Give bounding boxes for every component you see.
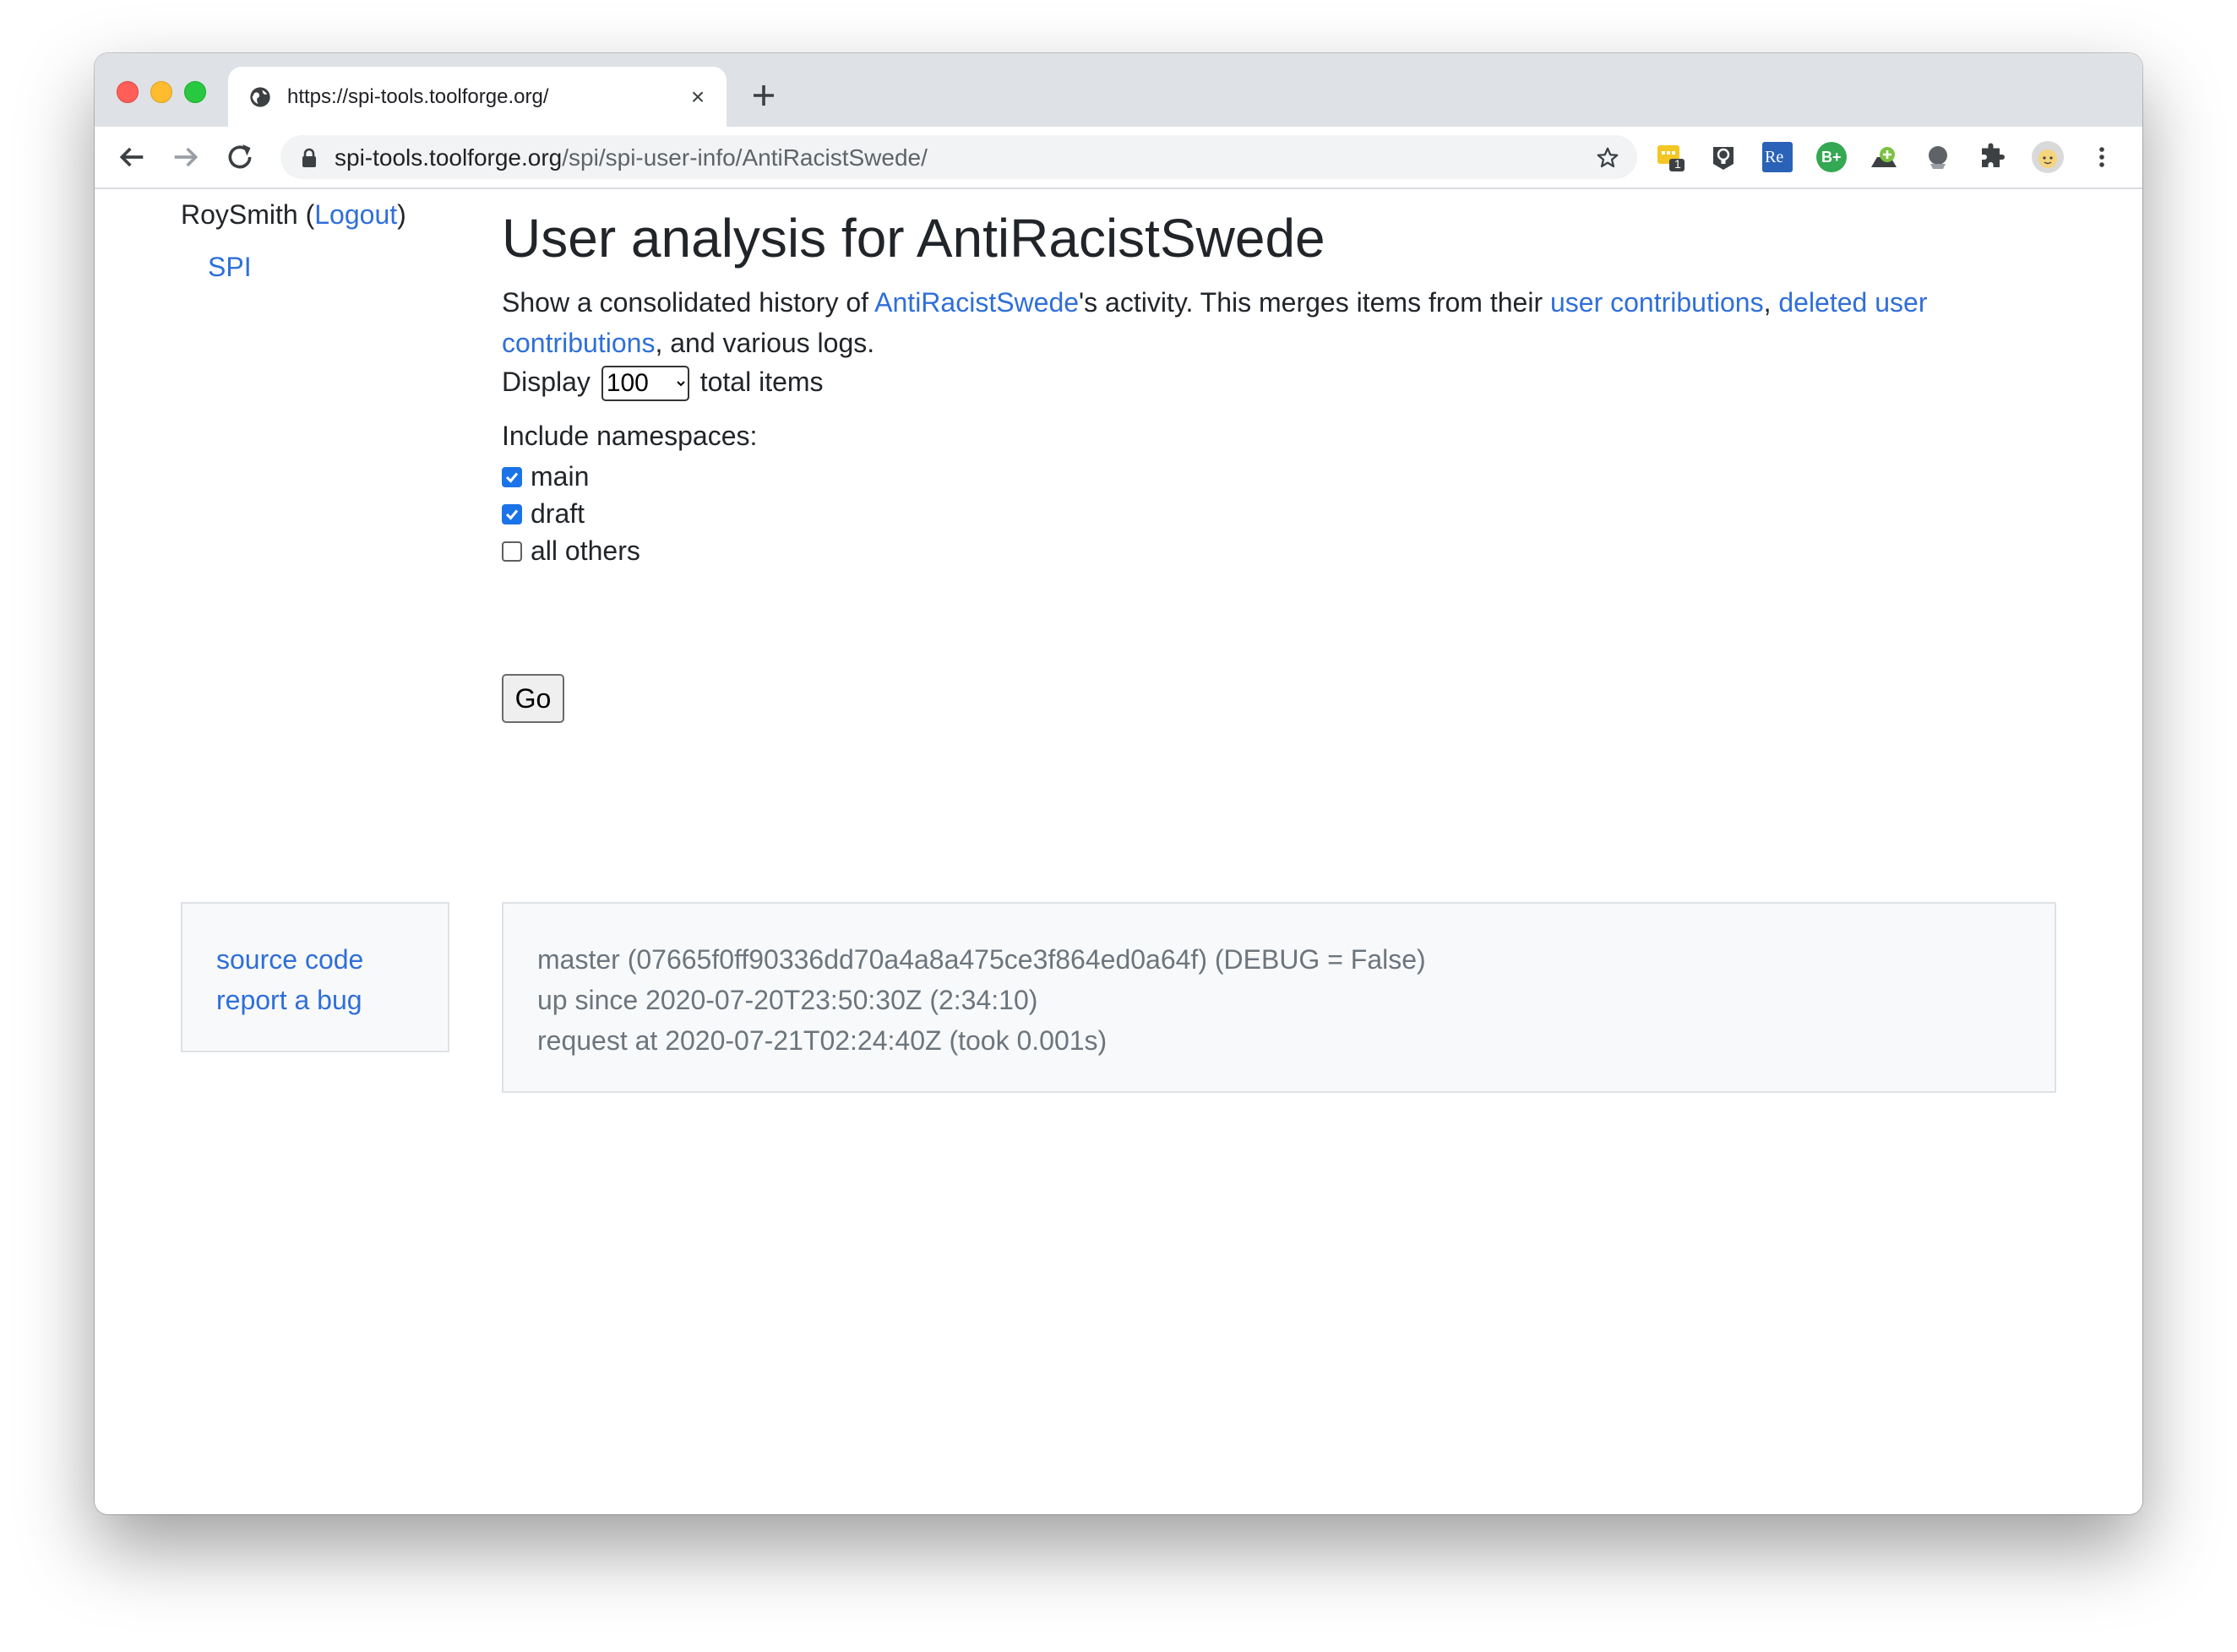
item-count-select[interactable]: 100	[601, 365, 689, 401]
extension-bplus-label: B+	[1821, 149, 1842, 166]
close-icon[interactable]: ×	[686, 85, 710, 109]
check-icon	[505, 509, 519, 520]
uptime-info: up since 2020-07-20T23:50:30Z (2:34:10)	[537, 985, 1038, 1015]
display-prefix: Display	[502, 367, 591, 397]
footer-links-box: source code report a bug	[181, 902, 449, 1052]
extension-bplus-icon[interactable]: B+	[1816, 142, 1847, 172]
extension-re-icon[interactable]: Re	[1762, 142, 1793, 172]
intro-part2: 's activity. This merges items from thei…	[1079, 287, 1550, 318]
sidebar-item-spi[interactable]: SPI	[208, 250, 252, 284]
tab-strip: https://spi-tools.toolforge.org/ ×	[95, 53, 2142, 127]
namespace-label-others: all others	[531, 535, 640, 566]
page-title: User analysis for AntiRacistSwede	[502, 208, 1325, 269]
profile-avatar[interactable]	[2031, 140, 2065, 174]
extension-notes-icon[interactable]: 1	[1656, 142, 1686, 172]
zoom-window-button[interactable]	[184, 81, 206, 103]
address-bar[interactable]: spi-tools.toolforge.org/spi/spi-user-inf…	[280, 135, 1637, 179]
close-window-button[interactable]	[117, 81, 139, 103]
address-url: spi-tools.toolforge.org/spi/spi-user-inf…	[335, 145, 928, 171]
reload-icon[interactable]	[223, 140, 257, 174]
tab-active[interactable]: https://spi-tools.toolforge.org/ ×	[228, 67, 727, 127]
browser-window: https://spi-tools.toolforge.org/ × spi-t…	[95, 53, 2142, 1514]
page-content: RoySmith (Logout) SPI User analysis for …	[95, 189, 2142, 1514]
report-bug-link[interactable]: report a bug	[216, 980, 362, 1020]
url-path: /spi/spi-user-info/AntiRacistSwede/	[562, 144, 928, 171]
display-count-row: Display 100 total items	[502, 363, 824, 401]
namespace-label-main: main	[531, 461, 590, 492]
globe-icon	[250, 87, 270, 107]
user-page-link[interactable]: AntiRacistSwede	[874, 287, 1079, 318]
forward-icon[interactable]	[169, 140, 203, 174]
lightbulb-icon[interactable]	[1708, 142, 1739, 172]
user-contributions-link[interactable]: user contributions	[1550, 287, 1764, 318]
back-icon[interactable]	[115, 140, 149, 174]
logout-link[interactable]: Logout	[314, 199, 397, 230]
minimize-window-button[interactable]	[150, 81, 172, 103]
intro-part3: ,	[1763, 287, 1779, 318]
checkbox-all-others[interactable]	[502, 541, 522, 562]
browser-toolbar: spi-tools.toolforge.org/spi/spi-user-inf…	[95, 127, 2142, 189]
more-icon[interactable]	[2087, 142, 2117, 172]
go-button[interactable]: Go	[502, 674, 564, 723]
extension-badge: 1	[1674, 157, 1681, 171]
star-icon[interactable]	[1595, 145, 1620, 171]
version-info: master (07665f0ff90336dd70a4a8a475ce3f86…	[537, 944, 1426, 975]
display-suffix: total items	[699, 367, 824, 397]
tab-title: https://spi-tools.toolforge.org/	[287, 85, 549, 108]
source-code-link[interactable]: source code	[216, 939, 363, 980]
namespace-row-draft[interactable]: draft	[502, 495, 585, 532]
intro-text: Show a consolidated history of AntiRacis…	[502, 282, 1989, 363]
username: RoySmith	[181, 199, 298, 230]
checkbox-main[interactable]	[502, 467, 522, 487]
url-host: spi-tools.toolforge.org	[335, 144, 563, 171]
user-status: RoySmith (Logout)	[181, 198, 406, 231]
checkbox-draft[interactable]	[502, 504, 522, 524]
logout-paren-open: (	[297, 199, 315, 230]
namespace-label-draft: draft	[531, 498, 585, 529]
check-icon	[505, 472, 519, 483]
lock-icon	[302, 148, 316, 167]
puzzle-icon[interactable]	[1977, 142, 2007, 172]
logout-paren-close: )	[397, 199, 406, 230]
intro-part4: , and various logs.	[655, 328, 875, 358]
namespace-row-main[interactable]: main	[502, 458, 589, 495]
server-info-box: master (07665f0ff90336dd70a4a8a475ce3f86…	[502, 902, 2056, 1093]
namespaces-label: Include namespaces:	[502, 421, 758, 451]
extension-car-icon[interactable]	[1869, 142, 1899, 172]
extension-re-label: Re	[1765, 148, 1784, 166]
plus-icon[interactable]	[748, 80, 779, 111]
intro-part1: Show a consolidated history of	[502, 287, 875, 318]
namespace-row-others[interactable]: all others	[502, 532, 640, 569]
request-info: request at 2020-07-21T02:24:40Z (took 0.…	[537, 1025, 1108, 1056]
extension-avatar-icon[interactable]	[1923, 142, 1953, 172]
